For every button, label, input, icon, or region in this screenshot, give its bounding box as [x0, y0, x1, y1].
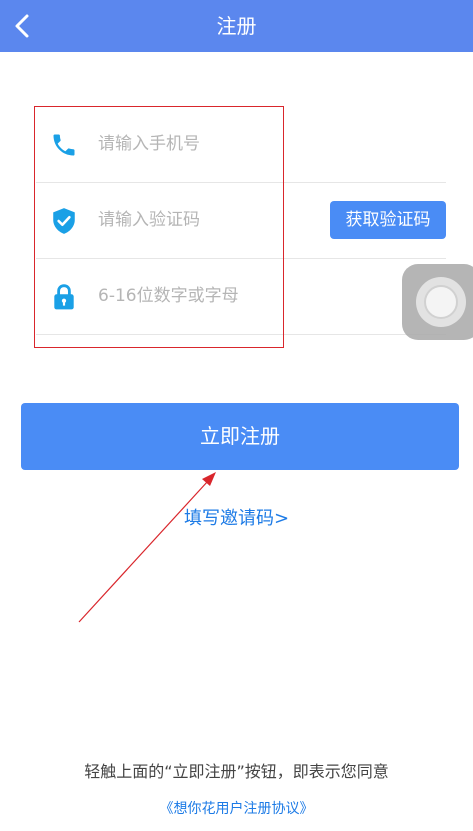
shield-check-icon: [50, 207, 78, 235]
password-row: [36, 258, 446, 334]
phone-input[interactable]: [98, 126, 318, 162]
page-title: 注册: [216, 14, 257, 38]
phone-icon: [50, 131, 78, 159]
agreement-notice: 轻触上面的“立即注册”按钮，即表示您同意: [84, 762, 389, 781]
divider: [36, 334, 446, 335]
verification-code-row: 获取验证码: [36, 182, 446, 258]
lock-icon: [50, 283, 78, 311]
password-input[interactable]: [98, 278, 318, 314]
assistive-core: [424, 285, 458, 319]
assistive-ring: [416, 277, 466, 327]
get-code-button[interactable]: 获取验证码: [330, 201, 446, 239]
agreement-link[interactable]: 《想你花用户注册协议》: [0, 798, 473, 820]
phone-row: [36, 106, 446, 182]
register-button[interactable]: 立即注册: [21, 403, 459, 470]
invite-code-link[interactable]: 填写邀请码>: [0, 505, 473, 533]
verification-code-input[interactable]: [98, 202, 318, 238]
nav-bar: 注册: [0, 0, 473, 52]
floating-assistive-button[interactable]: [402, 264, 473, 340]
